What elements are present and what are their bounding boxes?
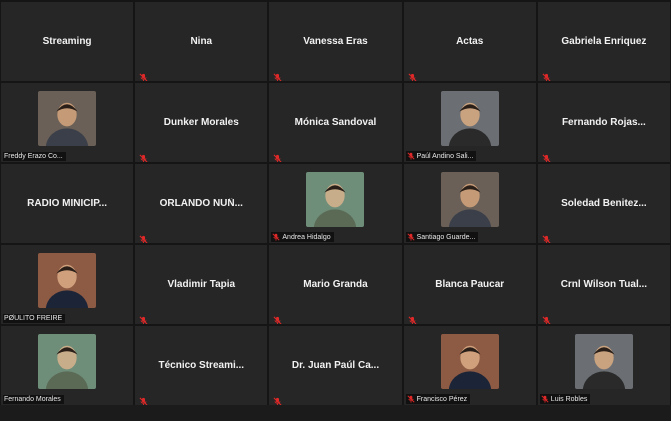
participant-video bbox=[38, 253, 97, 308]
participant-video bbox=[306, 172, 365, 227]
participant-video bbox=[440, 172, 499, 227]
participant-caption: Santiago Guarde... bbox=[405, 232, 479, 242]
participant-name: Gabriela Enriquez bbox=[561, 36, 647, 47]
participant-tile[interactable]: RADIO MINICIP... bbox=[1, 164, 134, 243]
participant-name: Dr. Juan Paúl Ca... bbox=[291, 360, 380, 371]
participant-tile[interactable]: Crnl Wilson Tual... bbox=[537, 245, 670, 324]
participant-name: Blanca Paucar bbox=[435, 279, 505, 290]
muted-mic-icon bbox=[408, 312, 417, 324]
muted-mic-icon bbox=[139, 150, 148, 162]
muted-mic-icon bbox=[542, 69, 551, 81]
participant-tile[interactable]: Soledad Benitez... bbox=[537, 164, 670, 243]
participant-name: Luis Robles bbox=[550, 395, 588, 403]
muted-mic-icon bbox=[139, 69, 148, 81]
participant-caption: Andrea Hidalgo bbox=[271, 232, 334, 242]
muted-mic-icon bbox=[407, 395, 415, 403]
participant-name: Santiago Guarde... bbox=[416, 233, 476, 241]
participant-tile[interactable]: Paúl Andino Sali... bbox=[403, 83, 536, 162]
participant-caption: Fernando Morales bbox=[3, 395, 64, 404]
participant-name: Francisco Pérez bbox=[416, 395, 468, 403]
participant-name: Fernando Rojas... bbox=[561, 117, 646, 128]
gallery-view: Streaming Nina Vanessa Eras Actas Gabriela E… bbox=[0, 0, 671, 405]
participant-name: Fernando Morales bbox=[4, 396, 61, 403]
bottom-bar bbox=[0, 405, 671, 421]
muted-mic-icon bbox=[273, 393, 282, 405]
participant-name: Soledad Benitez... bbox=[561, 198, 647, 209]
participant-caption: Francisco Pérez bbox=[405, 394, 471, 404]
participant-tile[interactable]: Luis Robles bbox=[537, 326, 670, 405]
participant-tile[interactable]: PØULITO FREIRE bbox=[1, 245, 134, 324]
participant-name: PØULITO FREIRE bbox=[4, 315, 63, 322]
participant-video bbox=[574, 334, 633, 389]
participant-tile[interactable]: Mónica Sandoval bbox=[269, 83, 402, 162]
participant-video bbox=[38, 91, 97, 146]
participant-name: Vanessa Eras bbox=[303, 36, 368, 47]
muted-mic-icon bbox=[408, 69, 417, 81]
participant-tile[interactable]: Gabriela Enriquez bbox=[537, 2, 670, 81]
participant-tile[interactable]: Vanessa Eras bbox=[269, 2, 402, 81]
participant-tile[interactable]: Fernando Rojas... bbox=[537, 83, 670, 162]
participant-tile[interactable]: Mario Granda bbox=[269, 245, 402, 324]
muted-mic-icon bbox=[273, 312, 282, 324]
muted-mic-icon bbox=[273, 150, 282, 162]
participant-name: Dunker Morales bbox=[163, 117, 239, 128]
participant-name: RADIO MINICIP... bbox=[27, 198, 107, 209]
participant-name: Andrea Hidalgo bbox=[282, 233, 331, 241]
participant-tile[interactable]: Nina bbox=[135, 2, 268, 81]
participant-tile[interactable]: Freddy Erazo Co... bbox=[1, 83, 134, 162]
participant-name: Vladimir Tapia bbox=[167, 279, 236, 290]
participant-tile[interactable]: Francisco Pérez bbox=[403, 326, 536, 405]
participant-name: Nina bbox=[190, 36, 213, 47]
participant-caption: Freddy Erazo Co... bbox=[3, 152, 66, 161]
muted-mic-icon bbox=[273, 69, 282, 81]
participant-tile[interactable]: Actas bbox=[403, 2, 536, 81]
participant-name: Freddy Erazo Co... bbox=[4, 153, 63, 160]
muted-mic-icon bbox=[542, 150, 551, 162]
participant-tile[interactable]: Blanca Paucar bbox=[403, 245, 536, 324]
participant-video bbox=[440, 91, 499, 146]
muted-mic-icon bbox=[541, 395, 549, 403]
participant-caption: PØULITO FREIRE bbox=[3, 314, 66, 323]
participant-tile[interactable]: Dr. Juan Paúl Ca... bbox=[269, 326, 402, 405]
participant-name: Actas bbox=[456, 36, 484, 47]
participant-tile[interactable]: Streaming bbox=[1, 2, 134, 81]
participant-name: Mario Granda bbox=[303, 279, 368, 290]
muted-mic-icon bbox=[139, 231, 148, 243]
participant-name: ORLANDO NUÑ... bbox=[159, 198, 243, 209]
participant-name: Paúl Andino Sali... bbox=[416, 152, 474, 160]
participant-name: Técnico Streami... bbox=[158, 360, 245, 371]
participant-tile[interactable]: Dunker Morales bbox=[135, 83, 268, 162]
participant-tile[interactable]: Técnico Streami... bbox=[135, 326, 268, 405]
participant-name: Mónica Sandoval bbox=[294, 117, 377, 128]
muted-mic-icon bbox=[542, 231, 551, 243]
participant-tile[interactable]: Santiago Guarde... bbox=[403, 164, 536, 243]
muted-mic-icon bbox=[407, 152, 415, 160]
participant-caption: Luis Robles bbox=[539, 394, 591, 404]
participant-tile[interactable]: Fernando Morales bbox=[1, 326, 134, 405]
participant-caption: Paúl Andino Sali... bbox=[405, 151, 477, 161]
muted-mic-icon bbox=[139, 393, 148, 405]
participant-tile[interactable]: Andrea Hidalgo bbox=[269, 164, 402, 243]
participant-video bbox=[440, 334, 499, 389]
muted-mic-icon bbox=[139, 312, 148, 324]
participant-name: Streaming bbox=[42, 36, 92, 47]
muted-mic-icon bbox=[272, 233, 280, 241]
muted-mic-icon bbox=[542, 312, 551, 324]
muted-mic-icon bbox=[407, 233, 415, 241]
participant-tile[interactable]: Vladimir Tapia bbox=[135, 245, 268, 324]
participant-tile[interactable]: ORLANDO NUÑ... bbox=[135, 164, 268, 243]
participant-video bbox=[38, 334, 97, 389]
participant-name: Crnl Wilson Tual... bbox=[560, 279, 648, 290]
